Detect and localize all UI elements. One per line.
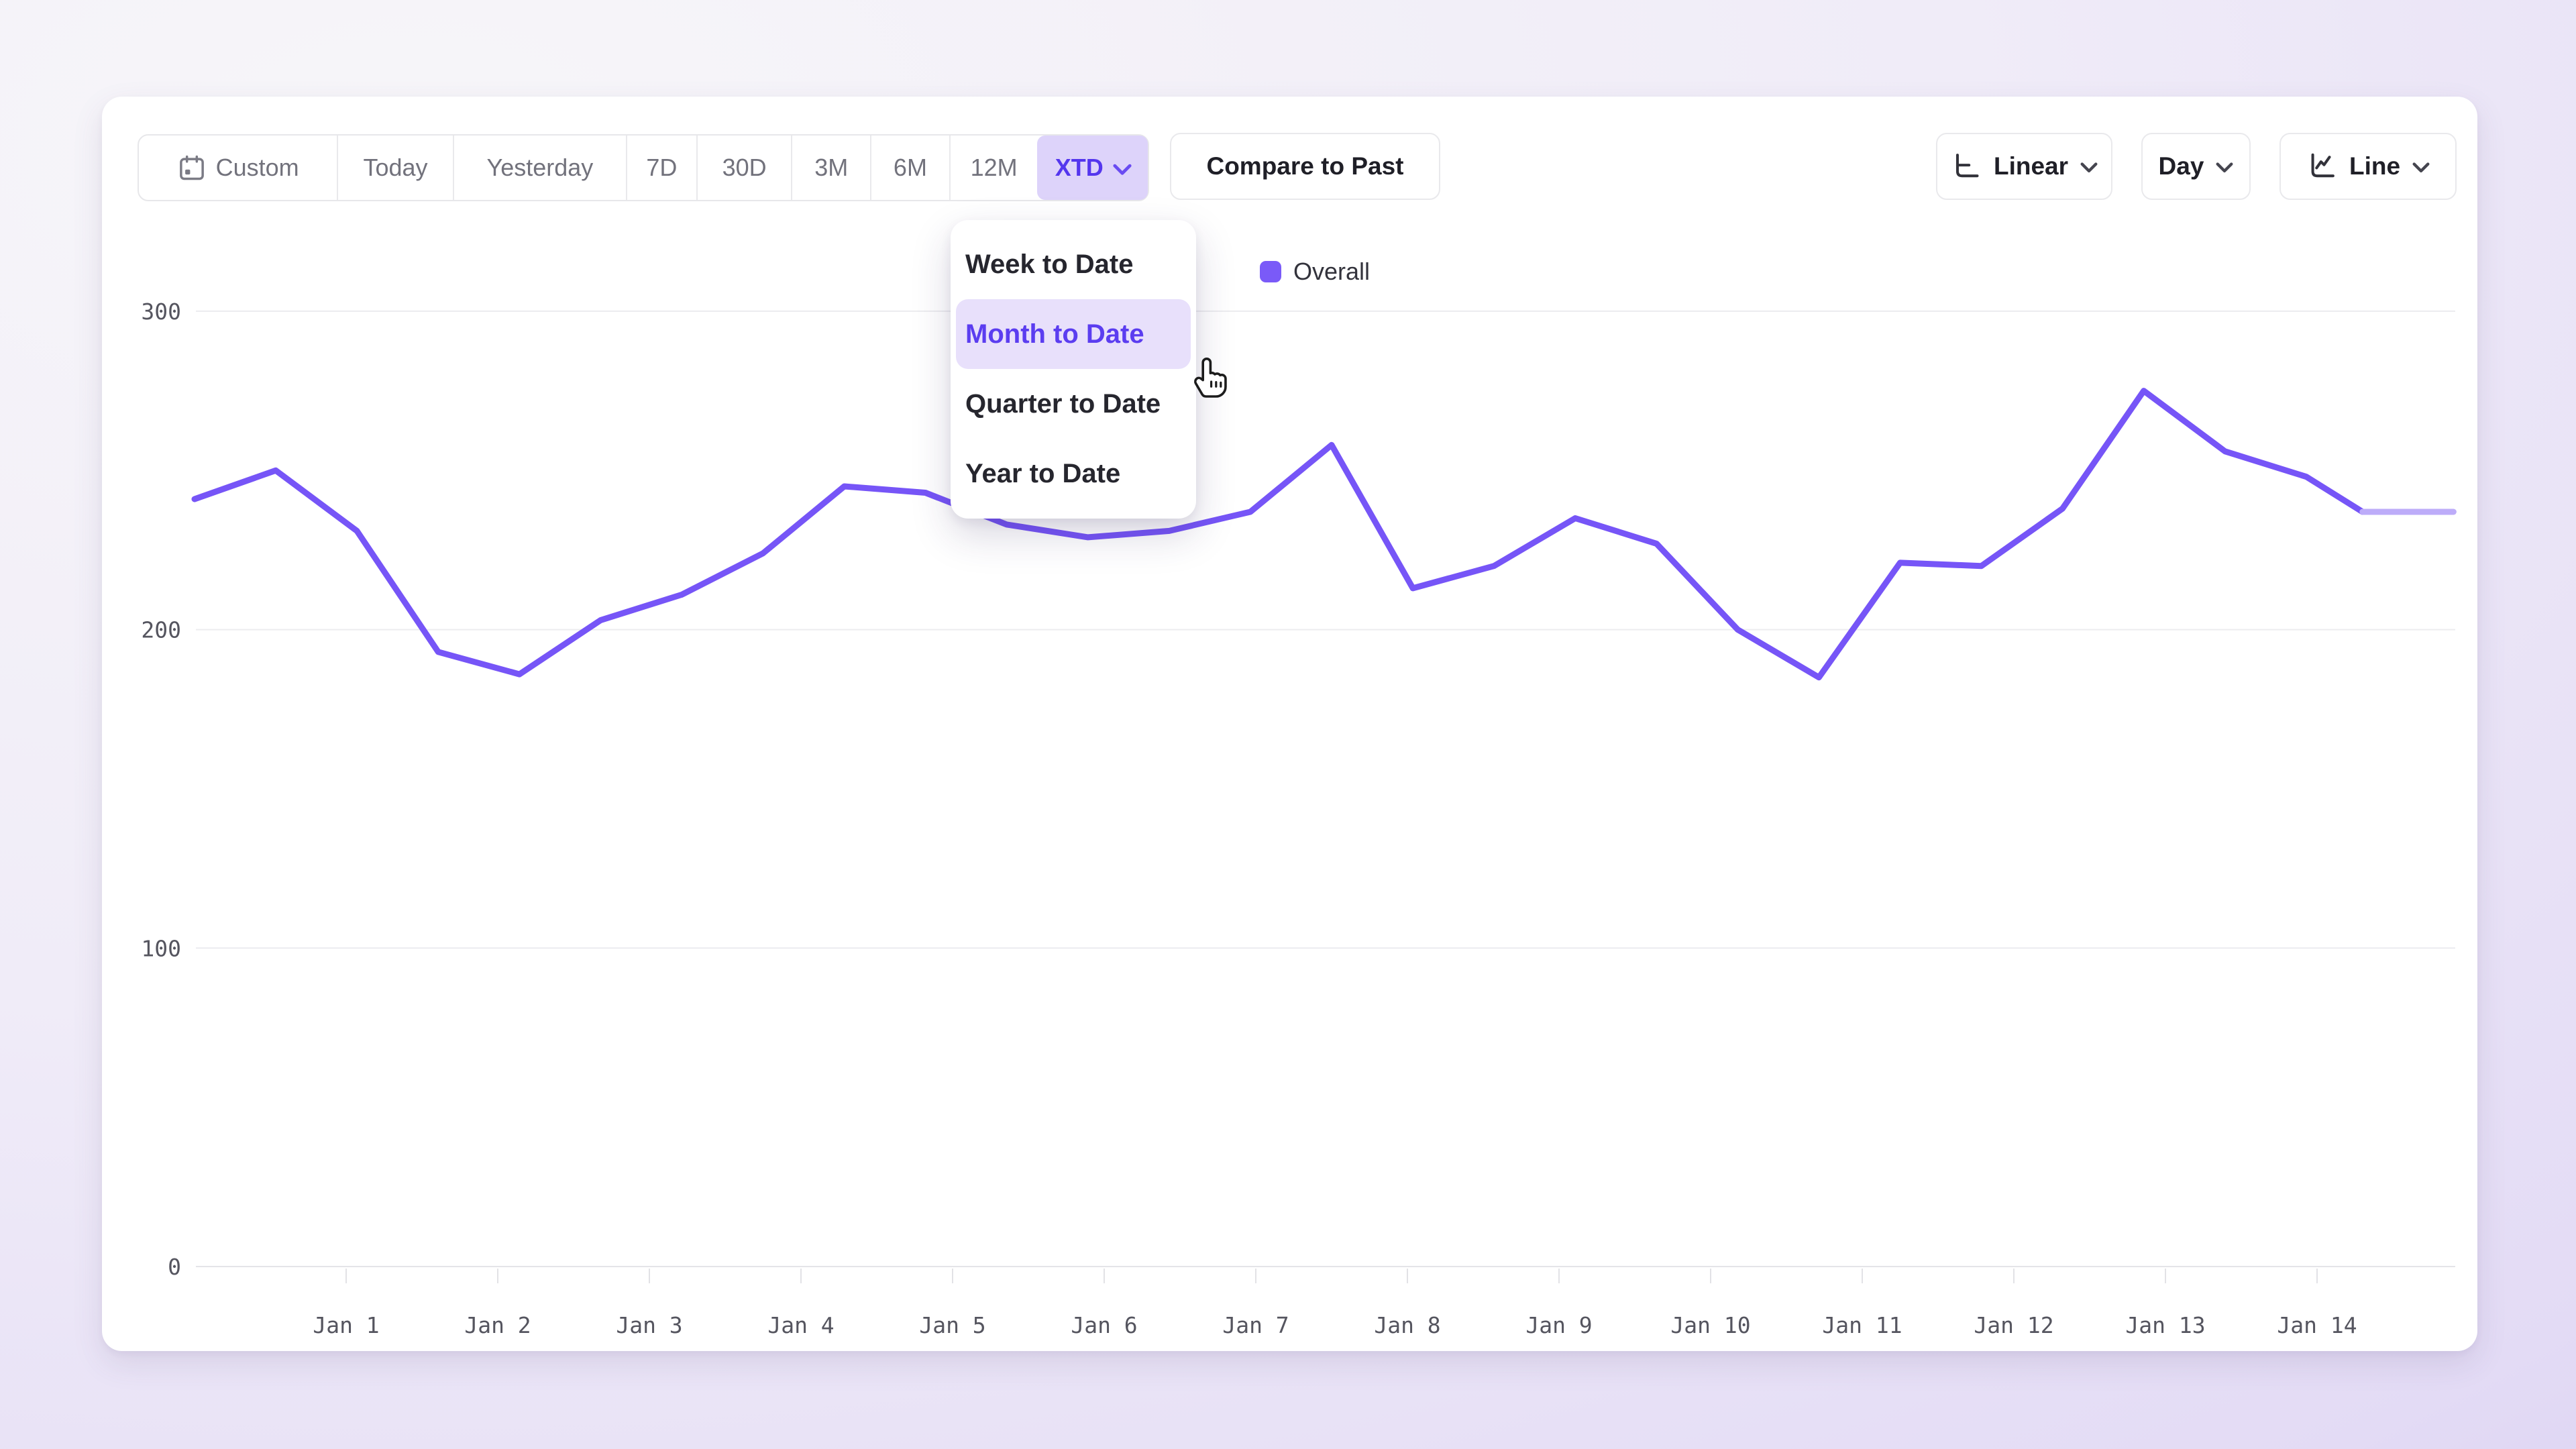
x-axis-label-jan-8: Jan 8 xyxy=(1374,1312,1440,1338)
x-axis-label-jan-3: Jan 3 xyxy=(616,1312,682,1338)
y-axis-label-100: 100 xyxy=(141,935,181,961)
x-axis-label-jan-12: Jan 12 xyxy=(1974,1312,2053,1338)
legend-swatch-overall xyxy=(1260,261,1281,282)
x-axis-label-jan-7: Jan 7 xyxy=(1222,1312,1289,1338)
menu-item-label: Week to Date xyxy=(965,250,1133,280)
mouse-pointer-hand-cursor xyxy=(1189,352,1232,403)
x-axis-label-jan-5: Jan 5 xyxy=(919,1312,985,1338)
y-axis-label-200: 200 xyxy=(141,617,181,643)
x-axis-label-jan-11: Jan 11 xyxy=(1822,1312,1902,1338)
x-axis-label-jan-6: Jan 6 xyxy=(1071,1312,1137,1338)
x-axis-label-jan-2: Jan 2 xyxy=(464,1312,531,1338)
menu-item-label: Month to Date xyxy=(965,319,1144,350)
series-line-overall xyxy=(195,391,2363,678)
xtd-dropdown-menu: Week to Date Month to Date Quarter to Date… xyxy=(951,220,1196,519)
y-axis-label-0: 0 xyxy=(168,1254,181,1280)
x-axis-label-jan-13: Jan 13 xyxy=(2125,1312,2205,1338)
y-axis-label-300: 300 xyxy=(141,299,181,325)
x-axis-label-jan-4: Jan 4 xyxy=(767,1312,834,1338)
x-axis-label-jan-1: Jan 1 xyxy=(313,1312,379,1338)
menu-item-label: Quarter to Date xyxy=(965,389,1161,419)
menu-item-quarter-to-date[interactable]: Quarter to Date xyxy=(956,369,1191,439)
menu-item-year-to-date[interactable]: Year to Date xyxy=(956,439,1191,508)
x-axis-label-jan-9: Jan 9 xyxy=(1525,1312,1592,1338)
x-axis-label-jan-14: Jan 14 xyxy=(2277,1312,2357,1338)
menu-item-label: Year to Date xyxy=(965,459,1120,489)
menu-item-week-to-date[interactable]: Week to Date xyxy=(956,229,1191,299)
x-axis-label-jan-10: Jan 10 xyxy=(1670,1312,1750,1338)
menu-item-month-to-date[interactable]: Month to Date xyxy=(956,299,1191,369)
legend-label-overall: Overall xyxy=(1293,258,1370,286)
chart-legend: Overall xyxy=(1260,258,1370,286)
insight-card: 0 100 200 300 Jan 1 Jan 2 Jan 3 Jan 4 Jan 5 Jan 6… xyxy=(102,97,2477,1351)
